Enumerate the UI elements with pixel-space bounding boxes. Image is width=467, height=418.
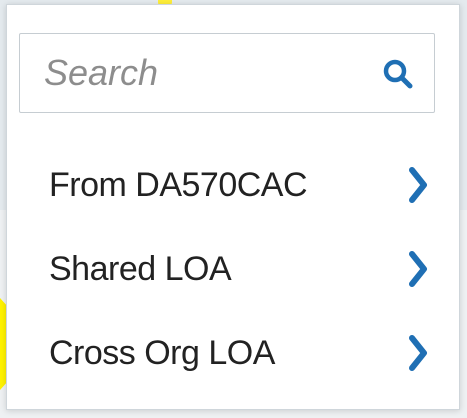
dropdown-panel: From DA570CAC Shared LOA Cross Org LOA [6,4,460,410]
chevron-right-icon [409,167,427,203]
menu-item-cross-org-loa[interactable]: Cross Org LOA [7,311,459,395]
menu-item-label: Shared LOA [49,249,232,288]
menu-item-shared-loa[interactable]: Shared LOA [7,227,459,311]
chevron-right-icon [409,335,427,371]
menu-item-label: Cross Org LOA [49,333,275,372]
search-icon[interactable] [382,58,414,90]
search-box [19,33,435,113]
menu-item-from-da570cac[interactable]: From DA570CAC [7,143,459,227]
chevron-right-icon [409,251,427,287]
menu-item-label: From DA570CAC [49,165,308,204]
search-input[interactable] [20,34,370,112]
menu-list: From DA570CAC Shared LOA Cross Org LOA [7,143,459,395]
